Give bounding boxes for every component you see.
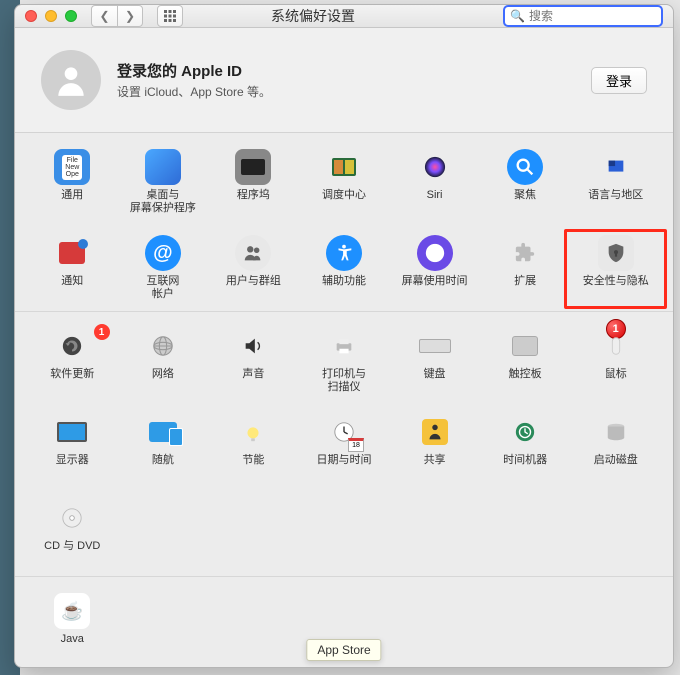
pref-label: 键盘 (424, 368, 446, 381)
window-title: 系统偏好设置 (131, 6, 495, 26)
pref-label: 互联网帐户 (146, 275, 179, 300)
tooltip: App Store (306, 639, 381, 661)
pref-label: 通知 (61, 275, 83, 288)
pref-label: 触控板 (509, 368, 542, 381)
highlight-box (564, 229, 667, 309)
pref-label: CD 与 DVD (44, 540, 100, 553)
pref-label: 屏幕使用时间 (402, 275, 468, 288)
pref-sharing[interactable]: 共享 (389, 414, 480, 482)
pref-displays[interactable]: 显示器 (27, 414, 118, 482)
pref-software-update[interactable]: 1软件更新 (27, 328, 118, 396)
pref-mission-control[interactable]: 调度中心 (299, 149, 390, 217)
pref-energy-saver[interactable]: 节能 (208, 414, 299, 482)
search-input[interactable] (529, 9, 656, 23)
pref-label: 桌面与屏幕保护程序 (130, 189, 196, 214)
search-field[interactable]: 🔍 (503, 5, 663, 27)
pref-java[interactable]: ☕Java (27, 593, 118, 661)
avatar (41, 50, 101, 110)
pref-label: 声音 (242, 368, 264, 381)
pref-cds-dvds[interactable]: CD 与 DVD (27, 500, 118, 568)
apple-id-title: 登录您的 Apple ID (117, 60, 591, 81)
login-button[interactable]: 登录 (591, 67, 647, 94)
pref-label: 启动磁盘 (594, 454, 638, 467)
pref-date-time[interactable]: 18日期与时间 (299, 414, 390, 482)
pref-startup-disk[interactable]: 启动磁盘 (570, 414, 661, 482)
apple-id-header: 登录您的 Apple ID 设置 iCloud、App Store 等。 登录 (15, 28, 673, 133)
pref-label: 语言与地区 (588, 189, 643, 202)
pref-label: 通用 (61, 189, 83, 202)
zoom-window-icon[interactable] (65, 10, 77, 22)
pref-trackpad[interactable]: 触控板 (480, 328, 571, 396)
titlebar: ❮ ❯ 系统偏好设置 🔍 (15, 5, 673, 28)
pref-label: 辅助功能 (322, 275, 366, 288)
pref-network[interactable]: 网络 (118, 328, 209, 396)
apple-id-subtitle: 设置 iCloud、App Store 等。 (117, 83, 591, 100)
pref-label: 网络 (152, 368, 174, 381)
pref-label: 共享 (424, 454, 446, 467)
pref-time-machine[interactable]: 时间机器 (480, 414, 571, 482)
pref-mouse[interactable]: 鼠标 (570, 328, 661, 396)
close-window-icon[interactable] (25, 10, 37, 22)
pref-sidecar[interactable]: 随航 (118, 414, 209, 482)
pref-label: 节能 (242, 454, 264, 467)
pref-users-groups[interactable]: 用户与群组 (208, 235, 299, 303)
pref-screen-time[interactable]: 屏幕使用时间 (389, 235, 480, 303)
pref-label: 显示器 (56, 454, 89, 467)
pref-label: 扩展 (514, 275, 536, 288)
pref-siri[interactable]: Siri (389, 149, 480, 217)
apple-id-text: 登录您的 Apple ID 设置 iCloud、App Store 等。 (117, 60, 591, 100)
update-badge: 1 (94, 324, 110, 340)
pref-label: 调度中心 (322, 189, 366, 202)
pref-desktop-screensaver[interactable]: 桌面与屏幕保护程序 (118, 149, 209, 217)
search-icon: 🔍 (510, 9, 525, 23)
back-button[interactable]: ❮ (91, 5, 117, 27)
pref-spotlight[interactable]: 聚焦 (480, 149, 571, 217)
pref-general[interactable]: FileNewOpe通用 (27, 149, 118, 217)
pref-label: 程序坞 (237, 189, 270, 202)
pref-label: 日期与时间 (316, 454, 371, 467)
pref-label: 用户与群组 (226, 275, 281, 288)
pref-keyboard[interactable]: 键盘 (389, 328, 480, 396)
section-personal: FileNewOpe通用桌面与屏幕保护程序程序坞调度中心Siri聚焦语言与地区通… (15, 133, 673, 312)
pref-extensions[interactable]: 扩展 (480, 235, 571, 303)
pref-label: 鼠标 (605, 368, 627, 381)
pref-printers-scanners[interactable]: 打印机与扫描仪 (299, 328, 390, 396)
pref-sound[interactable]: 声音 (208, 328, 299, 396)
pref-label: 打印机与扫描仪 (322, 368, 366, 393)
pref-label: 软件更新 (50, 368, 94, 381)
syspref-window: ❮ ❯ 系统偏好设置 🔍 登录您的 Apple ID 设置 iCloud、App… (14, 4, 674, 668)
pref-accessibility[interactable]: 辅助功能 (299, 235, 390, 303)
minimize-window-icon[interactable] (45, 10, 57, 22)
pref-security-privacy[interactable]: 安全性与隐私1 (570, 235, 661, 303)
pref-internet-accounts[interactable]: @互联网帐户 (118, 235, 209, 303)
pref-label: 随航 (152, 454, 174, 467)
person-icon (52, 61, 90, 99)
pref-notifications[interactable]: 通知 (27, 235, 118, 303)
pref-dock[interactable]: 程序坞 (208, 149, 299, 217)
traffic-lights (25, 10, 77, 22)
pref-label: 时间机器 (503, 454, 547, 467)
pref-language-region[interactable]: 语言与地区 (570, 149, 661, 217)
pref-label: 聚焦 (514, 189, 536, 202)
pref-label: Java (61, 633, 84, 646)
pref-label: Siri (427, 189, 443, 202)
section-hardware: 1软件更新网络声音打印机与扫描仪键盘触控板鼠标显示器随航节能18日期与时间共享时… (15, 312, 673, 577)
